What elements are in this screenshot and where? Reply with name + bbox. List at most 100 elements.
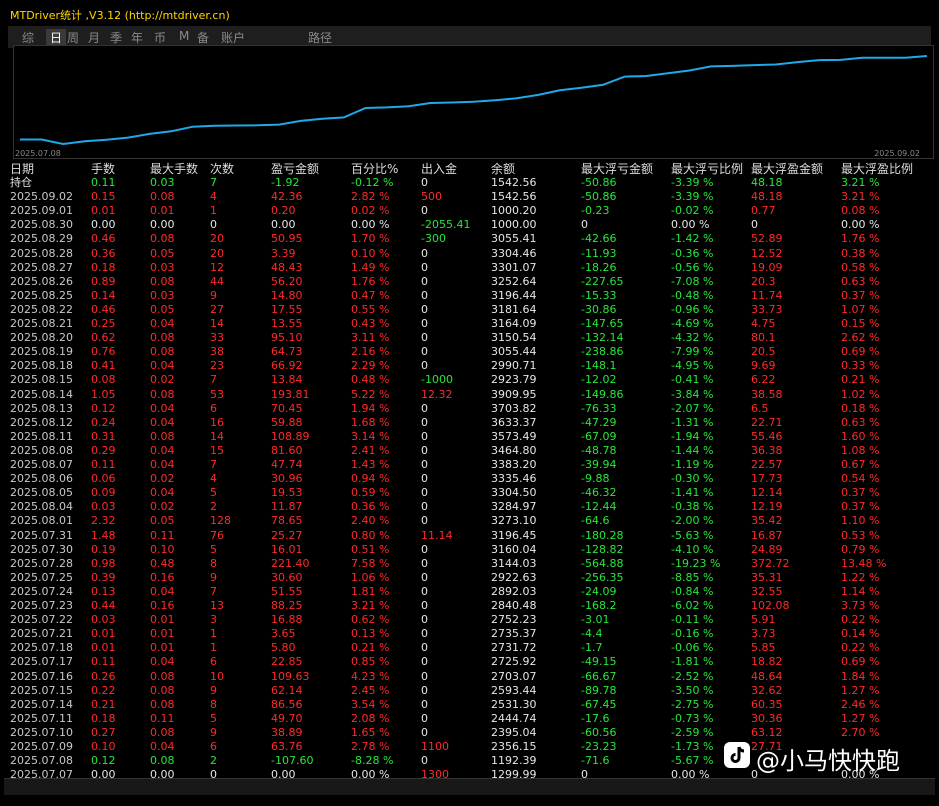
tab-7[interactable]: M (179, 29, 189, 43)
cell-max_dd: -3.01 (581, 613, 610, 627)
tab-8[interactable]: 备 (197, 29, 209, 46)
table-row[interactable]: 2025.08.28 0.36 0.05 20 3.39 0.10 % 0 3304.46 -1… (10, 247, 925, 261)
cell-flow: 0 (421, 486, 428, 500)
table-row[interactable]: 2025.08.30 0.00 0.00 0 0.00 0.00 % -2055.41 100… (10, 218, 925, 232)
header-cell[interactable]: 最大浮亏金额 (581, 162, 653, 176)
cell-count: 9 (210, 725, 217, 739)
cell-date: 2025.08.19 (10, 345, 73, 359)
cell-date: 2025.08.12 (10, 415, 73, 429)
table-row[interactable]: 2025.08.27 0.18 0.03 12 48.43 1.49 % 0 3301.07 -… (10, 261, 925, 275)
cell-balance: 3055.41 (491, 232, 537, 246)
header-cell[interactable]: 百分比% (351, 162, 398, 176)
cell-lots: 0.36 (91, 246, 116, 260)
header-cell[interactable]: 最大手数 (150, 162, 198, 176)
table-row[interactable]: 2025.08.25 0.14 0.03 9 14.80 0.47 % 0 3196.44 -1… (10, 289, 925, 303)
cell-max_dd: 0 (581, 218, 588, 232)
cell-balance: 2752.23 (491, 613, 537, 627)
cell-max_fp_pct: 0.69 % (841, 345, 880, 359)
table-row[interactable]: 2025.08.20 0.62 0.08 33 95.10 3.11 % 0 3150.54 -… (10, 331, 925, 345)
table-row[interactable]: 2025.08.01 2.32 0.05 128 78.65 2.40 % 0 3273.10… (10, 514, 925, 528)
cell-pnl: 5.80 (271, 641, 296, 655)
tab-5[interactable]: 年 (131, 29, 143, 46)
cell-lots: 0.11 (91, 458, 116, 471)
cell-max_dd: -89.78 (581, 683, 617, 697)
header-cell[interactable]: 盈亏金额 (271, 162, 319, 176)
table-row[interactable]: 2025.07.21 0.01 0.01 1 3.65 0.13 % 0 2735.37 -4.… (10, 627, 925, 641)
table-row[interactable]: 2025.07.15 0.22 0.08 9 62.14 2.45 % 0 2593.44 -8… (10, 684, 925, 698)
table-row[interactable]: 2025.08.05 0.09 0.04 5 19.53 0.59 % 0 3304.50 -4… (10, 486, 925, 500)
cell-pct: 3.14 % (351, 429, 390, 443)
table-row[interactable]: 2025.08.04 0.03 0.02 2 11.87 0.36 % 0 3284.97 -1… (10, 500, 925, 514)
table-row[interactable]: 2025.08.29 0.46 0.08 20 50.95 1.70 % -300 3055.… (10, 232, 925, 246)
cell-pnl: 0.20 (271, 204, 296, 218)
header-cell[interactable]: 余额 (491, 162, 515, 176)
table-row[interactable]: 2025.08.07 0.11 0.04 7 47.74 1.43 % 0 3383.20 -3… (10, 458, 925, 472)
tab-3[interactable]: 月 (88, 29, 100, 46)
cell-max_fp: 19.09 (751, 260, 783, 274)
table-row[interactable]: 2025.07.16 0.26 0.08 10 109.63 4.23 % 0 2703.07… (10, 670, 925, 684)
cell-lots: 0.29 (91, 443, 116, 457)
cell-flow: 0 (421, 725, 428, 739)
table-row[interactable]: 2025.08.19 0.76 0.08 38 64.73 2.16 % 0 3055.44 -… (10, 345, 925, 359)
cell-count: 5 (210, 711, 217, 725)
table-row[interactable]: 2025.07.28 0.98 0.48 8 221.40 7.58 % 0 3144.03 -… (10, 557, 925, 571)
header-cell[interactable]: 手数 (91, 162, 115, 176)
table-row[interactable]: 2025.07.17 0.11 0.04 6 22.85 0.85 % 0 2725.92 -4… (10, 655, 925, 669)
cell-max_fp_pct: 0.00 % (841, 218, 880, 232)
table-row[interactable]: 2025.07.22 0.03 0.01 3 16.88 0.62 % 0 2752.23 -3… (10, 613, 925, 627)
header-cell[interactable]: 次数 (210, 162, 234, 176)
cell-lots: 0.44 (91, 599, 116, 612)
table-row[interactable]: 2025.09.01 0.01 0.01 1 0.20 0.02 % 0 1000.20 -0.… (10, 204, 925, 218)
cell-flow: 1100 (421, 740, 449, 753)
table-row[interactable]: 2025.08.11 0.31 0.08 14 108.89 3.14 % 0 3573.49… (10, 430, 925, 444)
table-row[interactable]: 2025.07.18 0.01 0.01 1 5.80 0.21 % 0 2731.72 -1.… (10, 641, 925, 655)
cell-max_dd: -46.32 (581, 486, 617, 500)
tab-6[interactable]: 币 (154, 29, 166, 46)
table-row[interactable]: 2025.07.10 0.27 0.08 9 38.89 1.65 % 0 2395.04 -6… (10, 726, 925, 740)
cell-max_lots: 0.03 (150, 260, 175, 274)
header-cell[interactable]: 日期 (10, 162, 34, 176)
cell-flow: 0 (421, 443, 428, 457)
cell-pct: 4.23 % (351, 669, 390, 683)
cell-max_fp: 17.73 (751, 472, 783, 486)
header-cell[interactable]: 出入金 (421, 162, 457, 176)
table-row[interactable]: 持仓 0.11 0.03 7 -1.92 -0.12 % 0 1542.56 -50.86 -3.… (10, 176, 925, 190)
tab-9[interactable]: 账户 (221, 29, 245, 46)
cell-max_dd: -180.28 (581, 528, 624, 542)
cell-max_lots: 0.05 (150, 246, 175, 260)
table-row[interactable]: 2025.07.23 0.44 0.16 13 88.25 3.21 % 0 2840.48 -… (10, 599, 925, 613)
header-cell[interactable]: 最大浮亏比例 (671, 162, 743, 176)
tab-10[interactable]: 路径 (308, 29, 332, 46)
table-row[interactable]: 2025.08.06 0.06 0.02 4 30.96 0.94 % 0 3335.46 -9… (10, 472, 925, 486)
header-cell[interactable]: 最大浮盈金额 (751, 162, 823, 176)
tab-1[interactable]: 日 (46, 29, 67, 46)
table-row[interactable]: 2025.08.18 0.41 0.04 23 66.92 2.29 % 0 2990.71 -… (10, 359, 925, 373)
header-cell[interactable]: 最大浮盈比例 (841, 162, 913, 176)
table-row[interactable]: 2025.08.08 0.29 0.04 15 81.60 2.41 % 0 3464.80 -… (10, 444, 925, 458)
tab-2[interactable]: 周 (67, 29, 79, 46)
cell-max_dd_pct: -5.67 % (671, 754, 714, 768)
table-row[interactable]: 2025.08.15 0.08 0.02 7 13.84 0.48 % -1000 2923.… (10, 373, 925, 387)
cell-date: 2025.07.24 (10, 584, 73, 598)
cell-max_fp_pct: 1.10 % (841, 514, 880, 528)
table-row[interactable]: 2025.07.25 0.39 0.16 9 30.60 1.06 % 0 2922.63 -2… (10, 571, 925, 585)
table-row[interactable]: 2025.07.31 1.48 0.11 76 25.27 0.80 % 11.14 3196… (10, 529, 925, 543)
table-row[interactable]: 2025.07.11 0.18 0.11 5 49.70 2.08 % 0 2444.74 -1… (10, 712, 925, 726)
cell-date: 2025.07.18 (10, 641, 73, 655)
table-row[interactable]: 2025.08.13 0.12 0.04 6 70.45 1.94 % 0 3703.82 -7… (10, 402, 925, 416)
table-row[interactable]: 2025.08.14 1.05 0.08 53 193.81 5.22 % 12.32 390… (10, 388, 925, 402)
table-row[interactable]: 2025.09.02 0.15 0.08 4 42.36 2.82 % 500 1542.56… (10, 190, 925, 204)
table-row[interactable]: 2025.07.24 0.13 0.04 7 51.55 1.81 % 0 2892.03 -2… (10, 585, 925, 599)
cell-max_dd: -132.14 (581, 331, 624, 345)
table-row[interactable]: 2025.08.26 0.89 0.08 44 56.20 1.76 % 0 3252.64 -… (10, 275, 925, 289)
cell-pct: 0.13 % (351, 627, 390, 641)
tab-4[interactable]: 季 (110, 29, 122, 46)
table-row[interactable]: 2025.07.14 0.21 0.08 8 86.56 3.54 % 0 2531.30 -6… (10, 698, 925, 712)
table-row[interactable]: 2025.08.21 0.25 0.04 14 13.55 0.43 % 0 3164.09 -… (10, 317, 925, 331)
table-row[interactable]: 2025.08.22 0.46 0.05 27 17.55 0.55 % 0 3181.64 -… (10, 303, 925, 317)
table-row[interactable]: 2025.07.30 0.19 0.10 5 16.01 0.51 % 0 3160.04 -1… (10, 543, 925, 557)
table-row[interactable]: 2025.08.12 0.24 0.04 16 59.88 1.68 % 0 3633.37 -… (10, 416, 925, 430)
cell-pnl: 49.70 (271, 711, 303, 725)
cell-max_dd_pct: -1.81 % (671, 655, 714, 669)
tab-0[interactable]: 综 (22, 29, 34, 46)
